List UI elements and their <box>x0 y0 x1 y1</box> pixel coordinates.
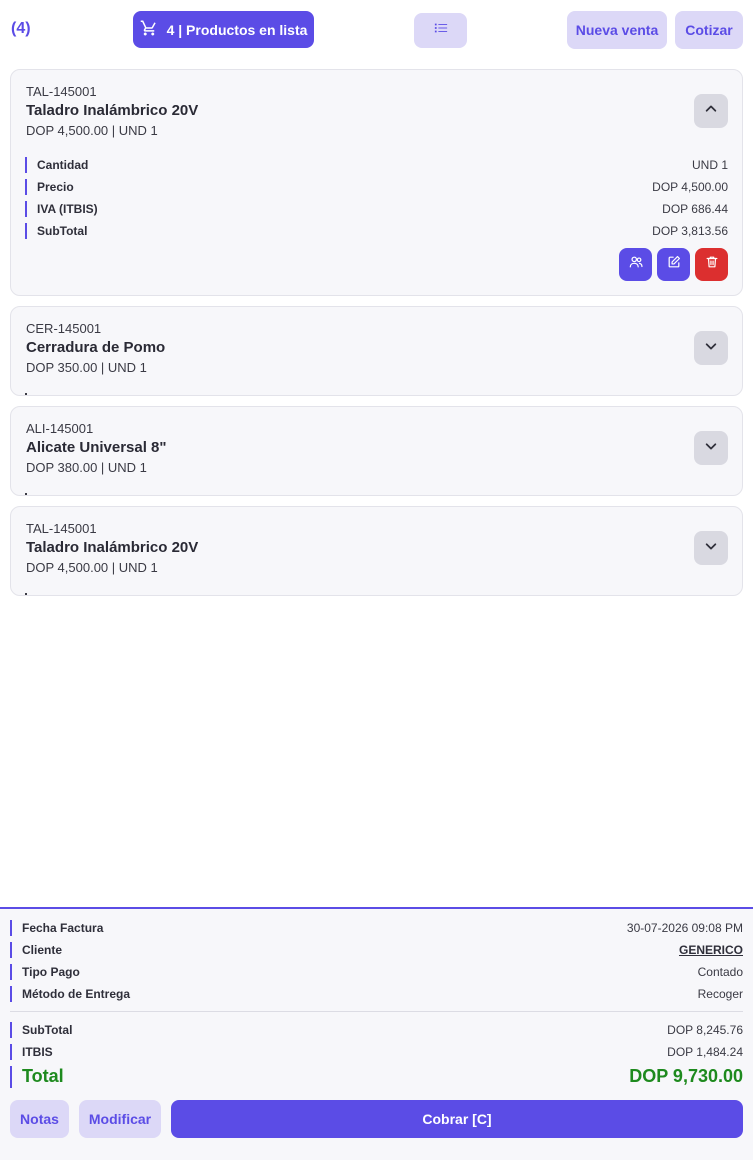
delivery-method-label: Método de Entrega <box>22 987 131 1001</box>
row-accent-bar <box>10 964 12 980</box>
cart-icon <box>140 19 158 40</box>
row-accent-bar <box>25 157 27 173</box>
chevron-down-icon <box>704 439 718 458</box>
product-card: TAL-145001 Taladro Inalámbrico 20V DOP 4… <box>10 506 743 596</box>
new-sale-button[interactable]: Nueva venta <box>567 11 667 49</box>
invoice-date-label: Fecha Factura <box>22 921 104 935</box>
expand-button[interactable] <box>694 331 728 365</box>
client-link[interactable]: GENERICO <box>679 943 743 957</box>
total-value: DOP 9,730.00 <box>629 1066 743 1086</box>
product-card: CER-145001 Cerradura de Pomo DOP 350.00 … <box>10 306 743 396</box>
detail-label: Cantidad <box>37 158 89 172</box>
row-accent-bar <box>25 201 27 217</box>
product-code: CER-145001 <box>26 321 102 336</box>
chevron-down-icon <box>704 339 718 358</box>
summary-divider <box>10 1011 743 1012</box>
product-summary: DOP 350.00 | UND 1 <box>26 360 147 375</box>
detail-label: SubTotal <box>37 224 88 238</box>
notes-button[interactable]: Notas <box>10 1100 69 1138</box>
detail-row: SubTotal DOP 3,813.56 <box>25 223 728 239</box>
payment-type-label: Tipo Pago <box>22 965 80 979</box>
expand-button[interactable] <box>694 431 728 465</box>
invoice-date-row: Fecha Factura 30-07-2026 09:08 PM <box>10 920 743 936</box>
subtotal-row: SubTotal DOP 8,245.76 <box>10 1022 743 1038</box>
list-view-button[interactable] <box>414 13 467 48</box>
assign-seller-button[interactable] <box>619 248 652 281</box>
product-list-label: 4 | Productos en lista <box>166 21 308 38</box>
row-accent-bar <box>10 1066 12 1088</box>
itbis-row: ITBIS DOP 1,484.24 <box>10 1044 743 1060</box>
collapse-button[interactable] <box>694 94 728 128</box>
detail-row: IVA (ITBIS) DOP 686.44 <box>25 201 728 217</box>
chevron-up-icon <box>704 102 718 121</box>
client-label: Cliente <box>22 943 63 957</box>
invoice-summary: Fecha Factura 30-07-2026 09:08 PM Client… <box>0 907 753 1160</box>
expand-button[interactable] <box>694 531 728 565</box>
subtotal-label: SubTotal <box>22 1023 73 1037</box>
invoice-date-value: 30-07-2026 09:08 PM <box>626 921 743 935</box>
detail-row: Cantidad UND 1 <box>25 157 728 173</box>
collapsed-marker <box>25 493 27 495</box>
product-name: Cerradura de Pomo <box>26 339 166 356</box>
total-label: Total <box>22 1066 64 1086</box>
detail-value: DOP 686.44 <box>662 202 728 216</box>
detail-label: Precio <box>37 180 74 194</box>
row-accent-bar <box>10 1044 12 1060</box>
detail-value: DOP 4,500.00 <box>652 180 728 194</box>
detail-label: IVA (ITBIS) <box>37 202 98 216</box>
payment-type-row: Tipo Pago Contado <box>10 964 743 980</box>
detail-value: UND 1 <box>691 158 728 172</box>
modify-button[interactable]: Modificar <box>79 1100 161 1138</box>
delivery-method-value: Recoger <box>697 987 743 1001</box>
edit-item-button[interactable] <box>657 248 690 281</box>
users-icon <box>629 255 643 274</box>
list-icon <box>434 21 448 40</box>
row-accent-bar <box>25 179 27 195</box>
product-card: ALI-145001 Alicate Universal 8" DOP 380.… <box>10 406 743 496</box>
charge-button[interactable]: Cobrar [C] <box>171 1100 743 1138</box>
subtotal-value: DOP 8,245.76 <box>667 1023 743 1037</box>
total-row: Total DOP 9,730.00 <box>10 1066 743 1088</box>
product-name: Taladro Inalámbrico 20V <box>26 102 199 119</box>
product-summary: DOP 4,500.00 | UND 1 <box>26 123 158 138</box>
delete-item-button[interactable] <box>695 248 728 281</box>
collapsed-marker <box>25 593 27 595</box>
product-name: Alicate Universal 8" <box>26 439 167 456</box>
collapsed-marker <box>25 393 27 395</box>
chevron-down-icon <box>704 539 718 558</box>
quote-button[interactable]: Cotizar <box>675 11 743 49</box>
itbis-value: DOP 1,484.24 <box>667 1045 743 1059</box>
payment-type-value: Contado <box>697 965 743 979</box>
item-count: (4) <box>11 20 31 37</box>
delivery-method-row: Método de Entrega Recoger <box>10 986 743 1002</box>
detail-value: DOP 3,813.56 <box>652 224 728 238</box>
itbis-label: ITBIS <box>22 1045 53 1059</box>
product-code: TAL-145001 <box>26 84 97 99</box>
row-accent-bar <box>25 223 27 239</box>
product-name: Taladro Inalámbrico 20V <box>26 539 199 556</box>
trash-icon <box>705 255 719 274</box>
product-list-button[interactable]: 4 | Productos en lista <box>133 11 314 48</box>
product-card: TAL-145001 Taladro Inalámbrico 20V DOP 4… <box>10 69 743 296</box>
row-accent-bar <box>10 942 12 958</box>
product-summary: DOP 4,500.00 | UND 1 <box>26 560 158 575</box>
row-accent-bar <box>10 1022 12 1038</box>
edit-icon <box>667 255 681 274</box>
row-accent-bar <box>10 920 12 936</box>
product-code: TAL-145001 <box>26 521 97 536</box>
detail-row: Precio DOP 4,500.00 <box>25 179 728 195</box>
top-bar: (4) 4 | Productos en lista Nueva venta C… <box>0 0 753 60</box>
product-summary: DOP 380.00 | UND 1 <box>26 460 147 475</box>
client-row: Cliente GENERICO <box>10 942 743 958</box>
product-code: ALI-145001 <box>26 421 94 436</box>
row-accent-bar <box>10 986 12 1002</box>
